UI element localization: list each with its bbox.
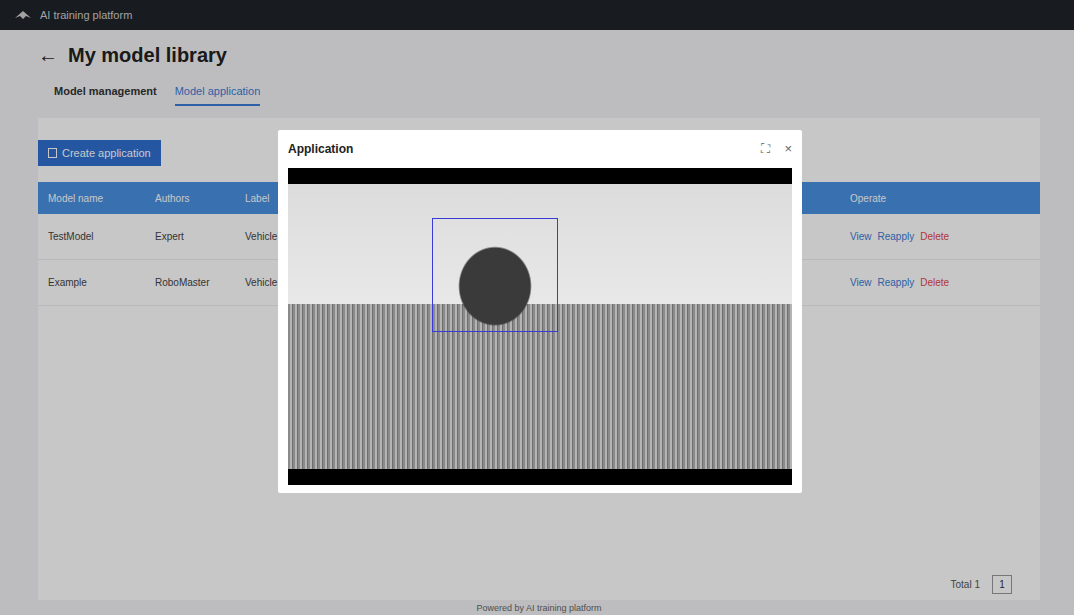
video-frame bbox=[288, 184, 792, 469]
modal-header: Application ⛶ × bbox=[288, 130, 792, 168]
modal-title: Application bbox=[288, 142, 353, 156]
expand-icon[interactable]: ⛶ bbox=[761, 141, 770, 157]
application-modal: Application ⛶ × bbox=[278, 130, 802, 493]
page: AI training platform ← My model library … bbox=[0, 0, 1074, 615]
video-player[interactable] bbox=[288, 168, 792, 485]
close-icon[interactable]: × bbox=[784, 141, 792, 157]
detection-box bbox=[432, 218, 558, 332]
